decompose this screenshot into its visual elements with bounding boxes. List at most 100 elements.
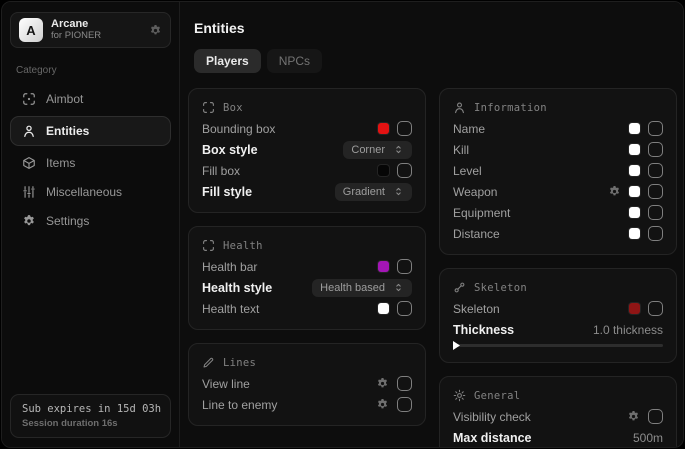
equipment-checkbox[interactable] bbox=[648, 205, 663, 220]
color-swatch[interactable] bbox=[629, 303, 640, 314]
row-label: Equipment bbox=[453, 206, 510, 220]
panel-title: Skeleton bbox=[474, 282, 527, 294]
panel-header: Lines bbox=[202, 352, 412, 373]
row-controls bbox=[629, 205, 663, 220]
row-label: Health bar bbox=[202, 260, 257, 274]
health-text-checkbox[interactable] bbox=[397, 301, 412, 316]
bounding-box-checkbox[interactable] bbox=[397, 121, 412, 136]
row-label: Skeleton bbox=[453, 302, 500, 316]
panel-title: Information bbox=[474, 102, 547, 114]
color-swatch[interactable] bbox=[629, 165, 640, 176]
fill-style-dropdown[interactable]: Gradient bbox=[335, 183, 412, 201]
pencil-icon bbox=[202, 356, 215, 369]
color-swatch[interactable] bbox=[378, 261, 389, 272]
fill-box-checkbox[interactable] bbox=[397, 163, 412, 178]
weapon-checkbox[interactable] bbox=[648, 184, 663, 199]
row-line-to-enemy: Line to enemy bbox=[202, 394, 412, 415]
panel-header: Skeleton bbox=[453, 277, 663, 298]
row-controls bbox=[629, 301, 663, 316]
row-label: Visibility check bbox=[453, 410, 531, 424]
row-label: Health text bbox=[202, 302, 259, 316]
panel-column: InformationNameKillLevelWeaponEquipmentD… bbox=[439, 88, 677, 448]
panel-title: General bbox=[474, 390, 520, 402]
slider-header: Max distance500m bbox=[453, 427, 663, 448]
row-label: Fill box bbox=[202, 164, 240, 178]
color-swatch[interactable] bbox=[629, 228, 640, 239]
color-swatch[interactable] bbox=[629, 207, 640, 218]
name-checkbox[interactable] bbox=[648, 121, 663, 136]
kill-checkbox[interactable] bbox=[648, 142, 663, 157]
sub-expires-text: Sub expires in 15d 03h bbox=[22, 403, 159, 415]
panel-title: Lines bbox=[223, 357, 256, 369]
row-controls bbox=[629, 163, 663, 178]
panel-health: HealthHealth barHealth styleHealth based… bbox=[188, 226, 426, 330]
row-controls bbox=[378, 163, 412, 178]
person-icon bbox=[453, 101, 466, 114]
view-line-checkbox[interactable] bbox=[397, 376, 412, 391]
gear-icon[interactable] bbox=[608, 185, 621, 198]
line-to-enemy-checkbox[interactable] bbox=[397, 397, 412, 412]
crosshair-icon bbox=[22, 92, 36, 106]
health-bar-checkbox[interactable] bbox=[397, 259, 412, 274]
sliders-icon bbox=[22, 185, 36, 199]
page-title: Entities bbox=[194, 20, 677, 36]
sidebar-item-entities[interactable]: Entities bbox=[10, 116, 171, 146]
cube-icon bbox=[22, 156, 36, 170]
row-label: Level bbox=[453, 164, 482, 178]
brand-text: Arcane for PIONER bbox=[51, 18, 101, 42]
sidebar-item-label: Items bbox=[46, 156, 75, 170]
row-controls bbox=[376, 397, 412, 412]
gear-icon[interactable] bbox=[149, 24, 162, 37]
sidebar-nav: Aimbot Entities Items MiscellaneousSettings bbox=[10, 85, 171, 235]
row-controls bbox=[629, 142, 663, 157]
panels-area: BoxBounding boxBox styleCornerFill boxFi… bbox=[188, 88, 677, 448]
panel-title: Box bbox=[223, 102, 243, 114]
row-max-distance: Max distance500m bbox=[453, 427, 663, 448]
row-controls bbox=[629, 226, 663, 241]
unfold-icon bbox=[393, 282, 404, 293]
gear-icon[interactable] bbox=[376, 377, 389, 390]
level-checkbox[interactable] bbox=[648, 163, 663, 178]
health-style-dropdown[interactable]: Health based bbox=[312, 279, 412, 297]
brand-card: A Arcane for PIONER bbox=[10, 12, 171, 48]
tab-npcs[interactable]: NPCs bbox=[267, 49, 322, 73]
sidebar-item-items[interactable]: Items bbox=[10, 149, 171, 177]
row-fill-box: Fill box bbox=[202, 160, 412, 181]
corners-icon bbox=[202, 101, 215, 114]
panel-information: InformationNameKillLevelWeaponEquipmentD… bbox=[439, 88, 677, 255]
distance-checkbox[interactable] bbox=[648, 226, 663, 241]
box-style-dropdown[interactable]: Corner bbox=[343, 141, 412, 159]
panel-lines: LinesView lineLine to enemy bbox=[188, 343, 426, 426]
row-bounding-box: Bounding box bbox=[202, 118, 412, 139]
slider-value: 500m bbox=[633, 431, 663, 445]
skeleton-checkbox[interactable] bbox=[648, 301, 663, 316]
color-swatch[interactable] bbox=[378, 303, 389, 314]
sidebar-item-aimbot[interactable]: Aimbot bbox=[10, 85, 171, 113]
row-label: Thickness bbox=[453, 323, 514, 337]
panel-header: General bbox=[453, 385, 663, 406]
slider-value: 1.0 thickness bbox=[593, 323, 663, 337]
row-controls bbox=[378, 259, 412, 274]
person-icon bbox=[22, 124, 36, 138]
thickness-slider[interactable] bbox=[453, 344, 663, 347]
row-controls bbox=[629, 121, 663, 136]
slider-thumb[interactable] bbox=[453, 341, 460, 350]
row-controls bbox=[608, 184, 663, 199]
gear-icon[interactable] bbox=[376, 398, 389, 411]
gear-icon[interactable] bbox=[627, 410, 640, 423]
row-controls bbox=[376, 376, 412, 391]
color-swatch[interactable] bbox=[378, 165, 389, 176]
sidebar-item-miscellaneous[interactable]: Miscellaneous bbox=[10, 178, 171, 206]
visibility-check-checkbox[interactable] bbox=[648, 409, 663, 424]
color-swatch[interactable] bbox=[629, 186, 640, 197]
color-swatch[interactable] bbox=[378, 123, 389, 134]
sun-icon bbox=[453, 389, 466, 402]
sidebar-item-settings[interactable]: Settings bbox=[10, 207, 171, 235]
color-swatch[interactable] bbox=[629, 123, 640, 134]
row-label: Line to enemy bbox=[202, 398, 277, 412]
dropdown-value: Health based bbox=[320, 282, 385, 294]
tab-players[interactable]: Players bbox=[194, 49, 261, 73]
row-thickness: Thickness 1.0 thickness bbox=[453, 319, 663, 347]
sidebar: A Arcane for PIONER Category AimbotEntit… bbox=[2, 2, 180, 447]
color-swatch[interactable] bbox=[629, 144, 640, 155]
